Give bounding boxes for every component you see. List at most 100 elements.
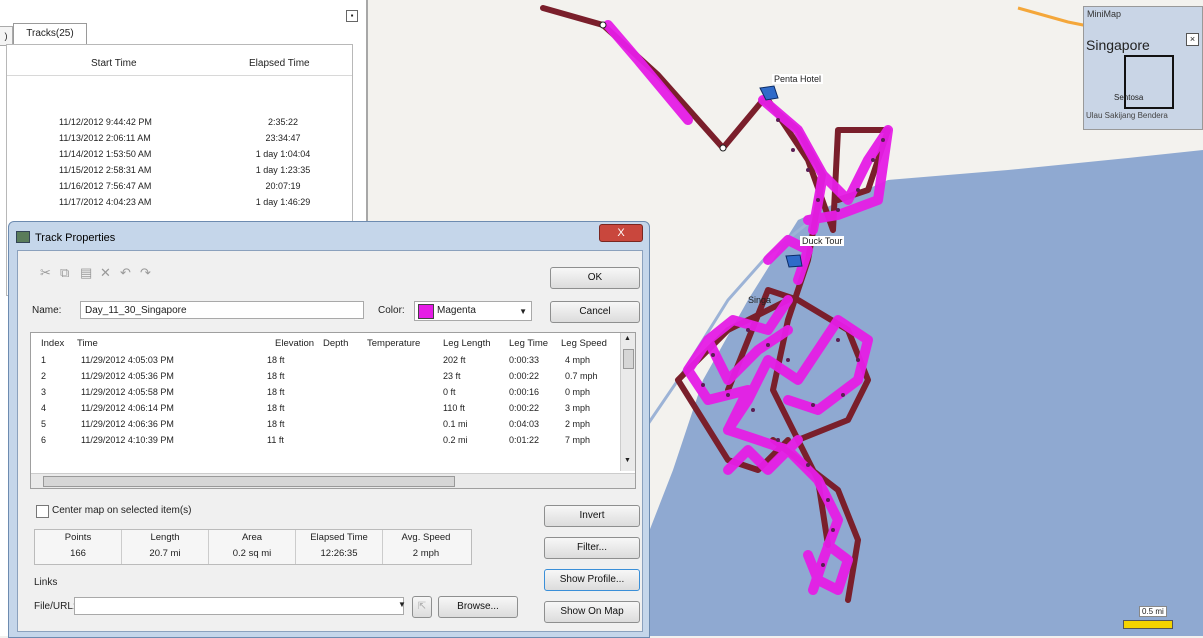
- cell-elevation: 18 ft: [267, 403, 285, 413]
- stat-avg-speed: Avg. Speed 2 mph: [383, 530, 469, 564]
- ok-button[interactable]: OK: [550, 267, 640, 289]
- poi-label-singa[interactable]: Singa: [746, 295, 773, 305]
- tab-tracks[interactable]: Tracks(25): [13, 23, 87, 44]
- column-depth[interactable]: Depth: [323, 338, 348, 349]
- cell-time: 11/29/2012 4:10:39 PM: [81, 435, 174, 445]
- dialog-body: ✂ ⧉ ▤ ✕ ↶ ↷ OK Cancel Name: Day_11_30_Si…: [17, 250, 643, 632]
- table-row[interactable]: 3 11/29/2012 4:05:58 PM 18 ft 0 ft 0:00:…: [31, 387, 619, 403]
- cell-index: 2: [41, 371, 47, 381]
- column-index[interactable]: Index: [41, 338, 64, 349]
- redo-icon[interactable]: ↷: [140, 265, 151, 281]
- table-row[interactable]: 1 11/29/2012 4:05:03 PM 18 ft 202 ft 0:0…: [31, 355, 619, 371]
- cell-leg-length: 202 ft: [443, 355, 466, 365]
- elapsed-time: 20:07:19: [265, 181, 301, 191]
- table-row[interactable]: 4 11/29/2012 4:06:14 PM 18 ft 110 ft 0:0…: [31, 403, 619, 419]
- undo-icon[interactable]: ↶: [120, 265, 131, 281]
- scroll-down-icon[interactable]: ▼: [624, 457, 631, 464]
- start-time: 11/14/2012 1:53:50 AM: [59, 149, 152, 159]
- column-elapsed-time[interactable]: Elapsed Time: [249, 58, 310, 69]
- cell-elevation: 18 ft: [267, 371, 285, 381]
- table-row[interactable]: 11/13/2012 2:06:11 AM 23:34:47: [7, 133, 352, 149]
- show-profile-button[interactable]: Show Profile...: [544, 569, 640, 591]
- cell-leg-time: 0:00:16: [509, 387, 540, 397]
- stat-label: Length: [150, 532, 180, 543]
- cell-leg-time: 0:00:22: [509, 403, 540, 413]
- scroll-up-icon[interactable]: ▲: [624, 335, 631, 342]
- cell-time: 11/29/2012 4:06:14 PM: [81, 403, 174, 413]
- vertical-scrollbar[interactable]: ▲ ▼: [620, 333, 635, 471]
- track-icon: [16, 231, 30, 243]
- dialog-titlebar[interactable]: Track Properties X: [9, 222, 649, 250]
- center-map-label[interactable]: Center map on selected item(s): [52, 505, 192, 516]
- copy-icon[interactable]: ⧉: [60, 265, 69, 281]
- color-select[interactable]: Magenta ▼: [414, 301, 532, 321]
- stat-label: Avg. Speed: [401, 532, 451, 543]
- cell-time: 11/29/2012 4:06:36 PM: [81, 419, 174, 429]
- stat-value: 2 mph: [412, 548, 440, 559]
- delete-icon[interactable]: ✕: [100, 265, 111, 281]
- cell-index: 1: [41, 355, 47, 365]
- chevron-down-icon[interactable]: ▼: [398, 600, 406, 609]
- hscroll-thumb[interactable]: [43, 476, 455, 487]
- table-row[interactable]: 11/15/2012 2:58:31 AM 1 day 1:23:35: [7, 165, 352, 181]
- filter-button[interactable]: Filter...: [544, 537, 640, 559]
- minimap-pulau: Ulau Sakijang Bendera: [1086, 111, 1168, 120]
- table-row[interactable]: 11/16/2012 7:56:47 AM 20:07:19: [7, 181, 352, 197]
- column-leg-time[interactable]: Leg Time: [509, 338, 548, 349]
- column-leg-speed[interactable]: Leg Speed: [561, 338, 607, 349]
- table-row[interactable]: 2 11/29/2012 4:05:36 PM 18 ft 23 ft 0:00…: [31, 371, 619, 387]
- column-temperature[interactable]: Temperature: [367, 338, 420, 349]
- minimap-close-icon[interactable]: ×: [1186, 33, 1199, 46]
- poi-label-duck[interactable]: Duck Tour: [800, 236, 845, 246]
- minimap[interactable]: MiniMap Singapore Sentosa Ulau Sakijang …: [1083, 6, 1203, 130]
- column-start-time[interactable]: Start Time: [91, 58, 137, 69]
- open-link-icon[interactable]: ⇱: [412, 596, 432, 618]
- tab-waypoints[interactable]: ): [0, 26, 13, 46]
- cut-icon[interactable]: ✂: [40, 265, 51, 281]
- name-label: Name:: [32, 305, 62, 316]
- cell-leg-length: 23 ft: [443, 371, 461, 381]
- table-row[interactable]: 11/12/2012 9:44:42 PM 2:35:22: [7, 117, 352, 133]
- start-time: 11/15/2012 2:58:31 AM: [59, 165, 152, 175]
- table-row[interactable]: 11/14/2012 1:53:50 AM 1 day 1:04:04: [7, 149, 352, 165]
- cell-index: 3: [41, 387, 47, 397]
- column-time[interactable]: Time: [77, 338, 98, 349]
- table-row[interactable]: 5 11/29/2012 4:06:36 PM 18 ft 0.1 mi 0:0…: [31, 419, 619, 435]
- stat-value: 12:26:35: [320, 548, 358, 559]
- cancel-button[interactable]: Cancel: [550, 301, 640, 323]
- cell-leg-speed: 0 mph: [565, 387, 591, 397]
- cell-leg-speed: 3 mph: [565, 403, 591, 413]
- column-elevation[interactable]: Elevation: [275, 338, 314, 349]
- cell-leg-speed: 0.7 mph: [565, 371, 598, 381]
- show-on-map-button[interactable]: Show On Map: [544, 601, 640, 623]
- stat-points: Points 166: [35, 530, 122, 564]
- stat-value: 166: [70, 548, 86, 559]
- cell-leg-time: 0:04:03: [509, 419, 540, 429]
- table-row[interactable]: 6 11/29/2012 4:10:39 PM 11 ft 0.2 mi 0:0…: [31, 435, 619, 451]
- stat-elapsed-time: Elapsed Time 12:26:35: [296, 530, 383, 564]
- cell-time: 11/29/2012 4:05:58 PM: [81, 387, 174, 397]
- invert-button[interactable]: Invert: [544, 505, 640, 527]
- file-url-input[interactable]: [74, 597, 404, 615]
- track-points-grid[interactable]: Index Time Elevation Depth Temperature L…: [30, 332, 636, 489]
- cell-leg-speed: 4 mph: [565, 355, 591, 365]
- track-properties-dialog: Track Properties X ✂ ⧉ ▤ ✕ ↶ ↷ OK Cancel…: [8, 221, 650, 638]
- column-leg-length[interactable]: Leg Length: [443, 338, 491, 349]
- stat-label: Elapsed Time: [310, 532, 368, 543]
- name-field[interactable]: Day_11_30_Singapore: [80, 301, 364, 319]
- elapsed-time: 1 day 1:04:04: [255, 149, 311, 159]
- scale-label: 0.5 mi: [1139, 606, 1167, 617]
- table-row[interactable]: 11/17/2012 4:04:23 AM 1 day 1:46:29: [7, 197, 352, 213]
- pin-icon[interactable]: ▪: [346, 10, 358, 22]
- cell-leg-speed: 2 mph: [565, 419, 591, 429]
- paste-icon[interactable]: ▤: [80, 265, 92, 281]
- horizontal-scrollbar[interactable]: [31, 473, 635, 488]
- cell-time: 11/29/2012 4:05:03 PM: [81, 355, 174, 365]
- scroll-thumb[interactable]: [623, 349, 634, 369]
- cell-elevation: 18 ft: [267, 387, 285, 397]
- cell-index: 6: [41, 435, 47, 445]
- browse-button[interactable]: Browse...: [438, 596, 518, 618]
- center-map-checkbox[interactable]: [36, 505, 49, 518]
- close-button[interactable]: X: [599, 224, 643, 242]
- poi-label-penta[interactable]: Penta Hotel: [772, 74, 824, 84]
